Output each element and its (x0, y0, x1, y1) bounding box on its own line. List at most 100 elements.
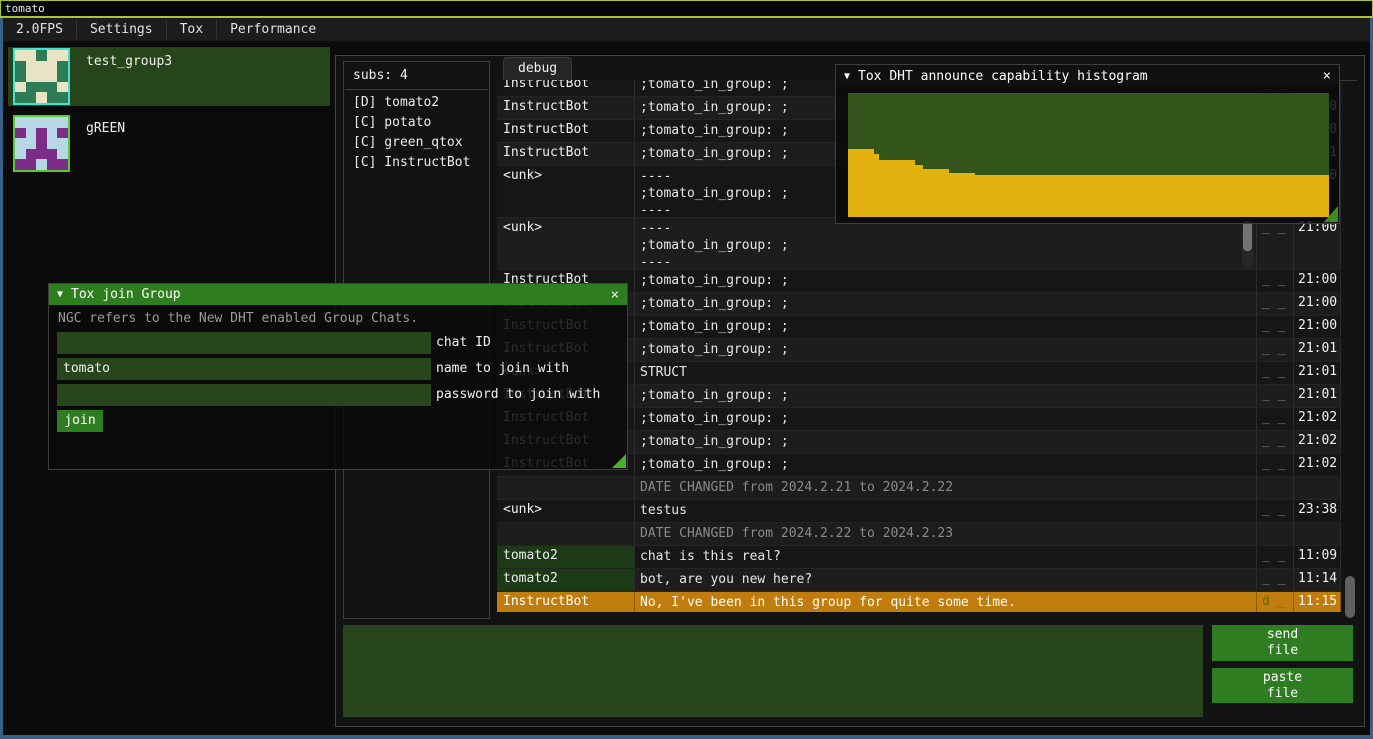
paste-file-button[interactable]: paste file (1212, 668, 1353, 703)
message-cell-scrollbar-thumb[interactable] (1243, 221, 1252, 251)
message-status: _ _ (1257, 218, 1294, 269)
histogram-bar-segment (848, 149, 874, 217)
sender-name: tomato2 (497, 546, 635, 568)
message-row[interactable]: <unk>---- ;tomato_in_group: ; ----_ _21:… (497, 217, 1341, 269)
join-password-input[interactable] (57, 384, 431, 406)
message-time: 21:01 (1294, 339, 1341, 361)
menu-item-settings[interactable]: Settings (77, 18, 166, 41)
message-row[interactable]: <unk>testus_ _23:38 (497, 499, 1341, 522)
message-status: _ _ (1257, 454, 1294, 476)
message-text: ;tomato_in_group: ; (635, 408, 1257, 430)
message-cell-scrollbar[interactable] (1242, 220, 1253, 268)
message-time: 21:00 (1294, 218, 1341, 269)
message-time: 11:14 (1294, 569, 1341, 591)
send-file-button[interactable]: send file (1212, 625, 1353, 661)
histogram-bar-segment (923, 169, 949, 217)
resize-grip[interactable] (612, 454, 626, 468)
separator (345, 89, 488, 90)
avatar-pixel (47, 82, 58, 93)
fps-indicator: 2.0FPS (3, 18, 76, 41)
member-list-item[interactable]: [C] potato (353, 114, 489, 131)
member-list-item[interactable]: [D] tomato2 (353, 94, 489, 111)
avatar-pixel (36, 159, 47, 170)
message-status: _ _ (1257, 500, 1294, 522)
message-time: 11:15 (1294, 592, 1341, 612)
dht-capability-histogram (848, 93, 1329, 217)
group-avatar (13, 115, 70, 172)
collapse-arrow-icon[interactable]: ▼ (844, 71, 850, 82)
avatar-pixel (26, 71, 37, 82)
avatar-pixel (57, 50, 68, 61)
avatar-pixel (26, 92, 37, 103)
message-text: chat is this real? (635, 546, 1257, 568)
message-time: 21:02 (1294, 454, 1341, 476)
date-changed-row: DATE CHANGED from 2024.2.21 to 2024.2.22 (497, 476, 1341, 499)
message-status: d _ (1257, 592, 1294, 612)
message-status: _ _ (1257, 339, 1294, 361)
member-list-item[interactable]: [C] green_qtox (353, 134, 489, 151)
join-field-row: password to join with (57, 384, 600, 406)
message-status: _ _ (1257, 546, 1294, 568)
message-status: _ _ (1257, 362, 1294, 384)
date-changed-row: DATE CHANGED from 2024.2.22 to 2024.2.23 (497, 522, 1341, 545)
message-text: ;tomato_in_group: ; (635, 339, 1257, 361)
message-input[interactable] (343, 625, 1203, 717)
tab-debug[interactable]: debug (503, 57, 572, 80)
avatar-pixel (15, 149, 26, 160)
avatar-pixel (36, 50, 47, 61)
menu-item-performance[interactable]: Performance (217, 18, 329, 41)
avatar-pixel (57, 61, 68, 72)
message-row[interactable]: tomato2chat is this real?_ _11:09 (497, 545, 1341, 568)
chat-scrollbar-thumb[interactable] (1345, 576, 1355, 618)
avatar-pixel (26, 117, 37, 128)
join-field-label: password to join with (436, 384, 600, 406)
join-button[interactable]: join (57, 410, 103, 432)
menubar: 2.0FPSSettingsToxPerformance (3, 18, 1370, 42)
menu-item-tox[interactable]: Tox (167, 18, 216, 41)
sidebar-item-test_group3[interactable]: test_group3 (8, 47, 330, 106)
join-name-input[interactable]: tomato (57, 358, 431, 380)
close-icon[interactable]: × (611, 287, 619, 303)
sender-name: <unk> (497, 166, 635, 217)
avatar-pixel (47, 92, 58, 103)
message-row[interactable]: InstructBotNo, I've been in this group f… (497, 591, 1341, 612)
avatar-pixel (57, 82, 68, 93)
resize-grip[interactable] (1324, 206, 1338, 222)
avatar-pixel (36, 61, 47, 72)
dht-histogram-title: Tox DHT announce capability histogram (858, 69, 1148, 84)
message-text: ;tomato_in_group: ; (635, 316, 1257, 338)
avatar-pixel (15, 92, 26, 103)
sender-name: InstructBot (497, 143, 635, 165)
avatar-pixel (36, 92, 47, 103)
sender-name: <unk> (497, 500, 635, 522)
sidebar-item-gREEN[interactable]: gREEN (8, 114, 330, 173)
message-time: 21:01 (1294, 362, 1341, 384)
avatar-pixel (26, 61, 37, 72)
member-list-item[interactable]: [C] InstructBot (353, 154, 489, 171)
message-time: 23:38 (1294, 500, 1341, 522)
dht-histogram-titlebar[interactable]: ▼ Tox DHT announce capability histogram … (836, 65, 1339, 87)
avatar-pixel (15, 50, 26, 61)
window-edge-bottom (0, 735, 1373, 739)
avatar-pixel (26, 138, 37, 149)
message-time: 21:00 (1294, 293, 1341, 315)
avatar-pixel (47, 159, 58, 170)
avatar-pixel (26, 50, 37, 61)
sender-name: InstructBot (497, 592, 635, 612)
histogram-bar-segment (915, 165, 922, 217)
join-group-titlebar[interactable]: ▼ Tox join Group × (49, 284, 627, 305)
message-text: ;tomato_in_group: ; (635, 431, 1257, 453)
close-icon[interactable]: × (1323, 68, 1331, 84)
message-text: DATE CHANGED from 2024.2.21 to 2024.2.22 (635, 477, 1257, 499)
message-text: STRUCT (635, 362, 1257, 384)
message-row[interactable]: tomato2bot, are you new here?_ _11:14 (497, 568, 1341, 591)
join-field-row: tomatoname to join with (57, 358, 569, 380)
chat-id-input[interactable] (57, 332, 431, 354)
message-time (1294, 523, 1341, 545)
avatar-pixel (26, 128, 37, 139)
message-status: _ _ (1257, 293, 1294, 315)
histogram-bar-segment (879, 160, 915, 217)
collapse-arrow-icon[interactable]: ▼ (57, 289, 63, 300)
avatar-pixel (57, 128, 68, 139)
subs-count-label: subs: 4 (353, 68, 489, 83)
